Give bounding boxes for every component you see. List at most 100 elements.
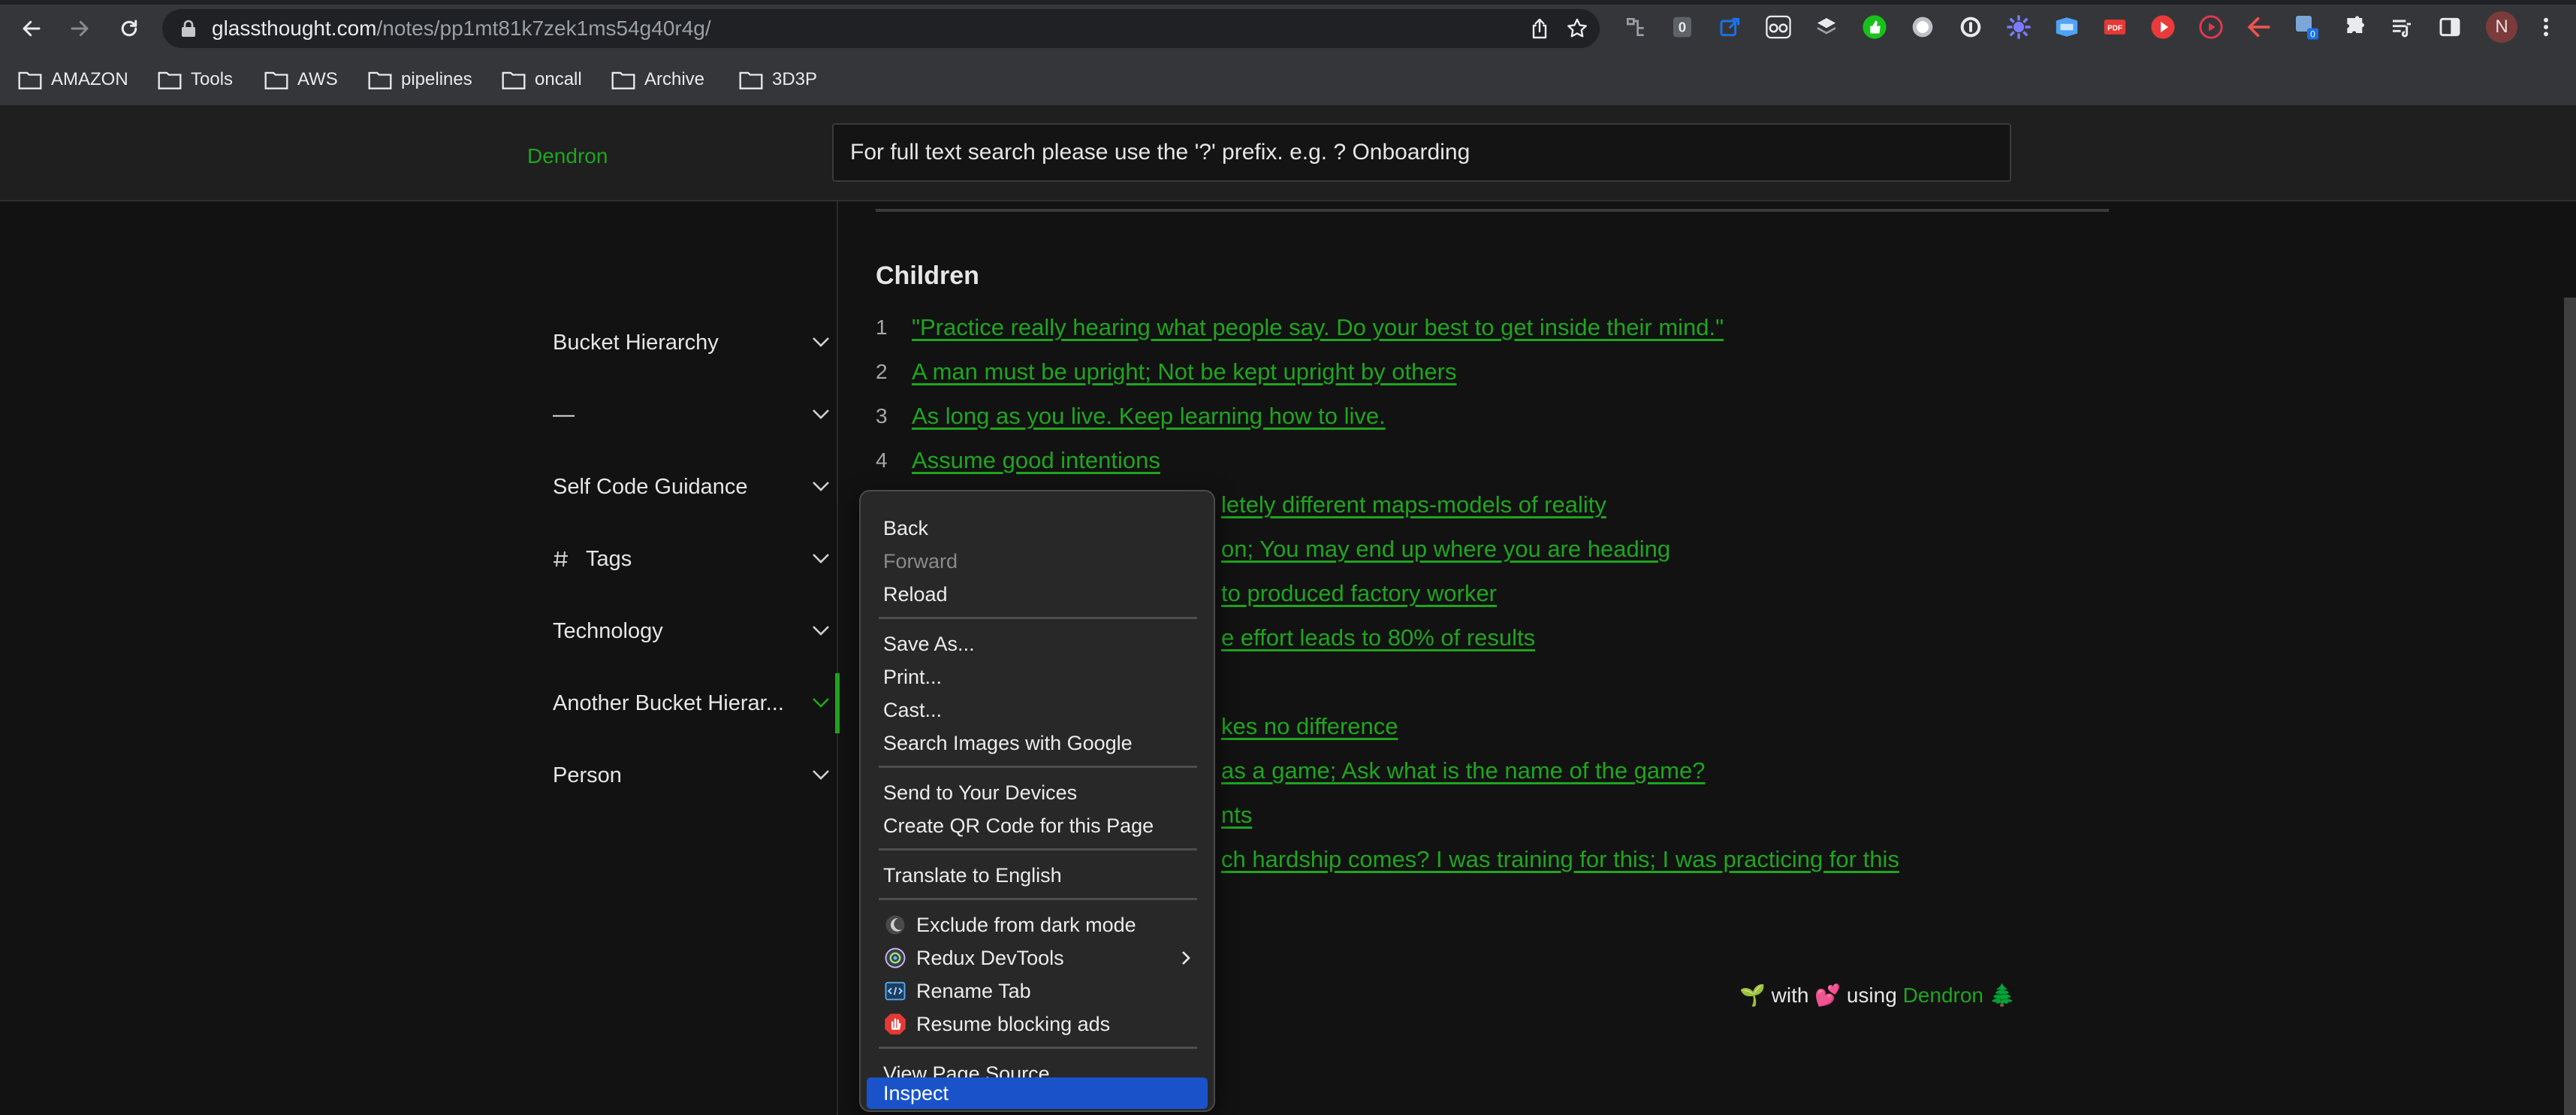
chevron-down-icon[interactable] bbox=[811, 768, 831, 781]
child-link[interactable]: as a game; Ask what is the name of the g… bbox=[1221, 757, 1705, 784]
sidebar-item-self-code-guidance[interactable]: Self Code Guidance bbox=[553, 464, 831, 509]
bookmark-folder[interactable]: 3D3P bbox=[739, 65, 817, 95]
back-button[interactable] bbox=[14, 11, 50, 47]
menu-item-label: Save As... bbox=[883, 632, 975, 655]
reload-icon bbox=[121, 20, 137, 37]
red-badge-icon[interactable]: PDF bbox=[2101, 14, 2128, 41]
child-link[interactable]: Assume good intentions bbox=[912, 447, 1160, 474]
menu-item-reload[interactable]: Reload bbox=[867, 579, 1208, 610]
url-text: glassthought.com/notes/pp1mt81k7zek1ms54… bbox=[212, 17, 711, 41]
gear-flower-icon[interactable] bbox=[2005, 14, 2032, 41]
list-item: to produced factory worker bbox=[1221, 576, 1497, 612]
sidebar-item-technology[interactable]: Technology bbox=[553, 609, 831, 654]
sidebar-item-dash[interactable]: — bbox=[553, 392, 831, 437]
dendron-logo[interactable]: Dendron bbox=[527, 144, 608, 168]
badge-puzzle-icon[interactable]: 0 bbox=[2294, 14, 2321, 41]
child-link[interactable]: "Practice really hearing what people say… bbox=[912, 314, 1724, 341]
menu-item-create-qr-code[interactable]: Create QR Code for this Page bbox=[867, 810, 1208, 842]
menu-item-translate[interactable]: Translate to English bbox=[867, 860, 1208, 891]
child-link[interactable]: to produced factory worker bbox=[1221, 580, 1497, 607]
sidebar-item-person[interactable]: Person bbox=[553, 753, 831, 798]
bookmark-label: pipelines bbox=[401, 69, 472, 89]
tree-icon[interactable] bbox=[1622, 14, 1649, 41]
list-number: 4 bbox=[876, 449, 888, 472]
onepassword-icon[interactable] bbox=[1957, 14, 1984, 41]
checker-icon[interactable] bbox=[1813, 14, 1840, 41]
bookmark-folder[interactable]: AWS bbox=[264, 65, 338, 95]
zero-icon[interactable]: 0 bbox=[1669, 14, 1696, 41]
list-item: kes no difference bbox=[1221, 709, 1398, 745]
chevron-down-icon[interactable] bbox=[811, 335, 831, 349]
browser-window-icon[interactable] bbox=[2053, 14, 2080, 41]
menu-separator bbox=[879, 848, 1197, 851]
bookmark-label: Tools bbox=[191, 69, 234, 89]
puzzle-icon[interactable] bbox=[2342, 14, 2369, 41]
child-link[interactable]: ch hardship comes? I was training for th… bbox=[1221, 846, 1899, 873]
list-item: 4 Assume good intentions bbox=[876, 443, 1160, 479]
search-input[interactable] bbox=[834, 125, 2010, 180]
play-icon[interactable] bbox=[2149, 14, 2176, 41]
hash-icon bbox=[554, 551, 568, 567]
menu-item-print[interactable]: Print... bbox=[867, 661, 1208, 693]
child-link[interactable]: nts bbox=[1221, 802, 1252, 829]
bookmark-star-icon[interactable] bbox=[1565, 17, 1589, 41]
list-item: 3 As long as you live. Keep learning how … bbox=[876, 398, 1386, 434]
folder-icon bbox=[611, 71, 635, 89]
address-bar[interactable]: glassthought.com/notes/pp1mt81k7zek1ms54… bbox=[162, 9, 1600, 48]
menu-item-resume-blocking-ads[interactable]: Resume blocking ads bbox=[867, 1008, 1208, 1040]
reload-button[interactable] bbox=[111, 11, 147, 47]
list-number: 1 bbox=[876, 316, 888, 339]
bookmark-label: oncall bbox=[535, 69, 582, 89]
child-link[interactable]: letely different maps-models of reality bbox=[1221, 491, 1606, 518]
menu-item-inspect[interactable]: Inspect bbox=[867, 1077, 1208, 1109]
bookmark-folder[interactable]: AMAZON bbox=[18, 65, 128, 95]
child-link[interactable]: A man must be upright; Not be kept uprig… bbox=[912, 358, 1456, 385]
search-box[interactable] bbox=[832, 123, 2011, 182]
share-icon[interactable] bbox=[1717, 14, 1744, 41]
bookmark-folder[interactable]: pipelines bbox=[368, 65, 472, 95]
footer-dendron-link[interactable]: Dendron bbox=[1903, 984, 1983, 1007]
bookmark-folder[interactable]: Archive bbox=[611, 65, 704, 95]
child-link[interactable]: on; You may end up where you are heading bbox=[1221, 536, 1670, 563]
thumbs-up-icon[interactable] bbox=[1861, 14, 1888, 41]
menu-item-send-to-devices[interactable]: Send to Your Devices bbox=[867, 777, 1208, 808]
child-link[interactable]: e effort leads to 80% of results bbox=[1221, 624, 1535, 651]
side-panel-icon[interactable] bbox=[2436, 14, 2463, 41]
sidebar-item-tags[interactable]: Tags bbox=[553, 536, 831, 582]
menu-item-exclude-dark-mode[interactable]: Exclude from dark mode bbox=[867, 909, 1208, 941]
glasses-icon[interactable] bbox=[1765, 14, 1792, 41]
more-menu-icon[interactable] bbox=[2532, 14, 2559, 41]
chevron-down-icon[interactable] bbox=[811, 551, 831, 565]
chevron-down-icon[interactable] bbox=[811, 407, 831, 421]
playlist-icon[interactable] bbox=[2388, 14, 2415, 41]
folder-icon bbox=[739, 71, 763, 89]
chevron-down-icon[interactable] bbox=[811, 696, 831, 709]
folder-icon bbox=[368, 71, 392, 89]
circle-icon[interactable] bbox=[1909, 14, 1936, 41]
bookmark-folder[interactable]: Tools bbox=[158, 65, 233, 95]
menu-item-redux-devtools[interactable]: Redux DevTools bbox=[867, 942, 1208, 974]
menu-item-save-as[interactable]: Save As... bbox=[867, 628, 1208, 660]
forward-button[interactable] bbox=[62, 11, 98, 47]
menu-item-label: Create QR Code for this Page bbox=[883, 814, 1154, 837]
sidebar-item-bucket-hierarchy[interactable]: Bucket Hierarchy bbox=[553, 320, 831, 365]
scrollbar[interactable] bbox=[2564, 298, 2576, 1115]
menu-item-label: Back bbox=[883, 516, 929, 539]
menu-item-search-images[interactable]: Search Images with Google bbox=[867, 727, 1208, 759]
child-link[interactable]: As long as you live. Keep learning how t… bbox=[912, 403, 1386, 430]
circle-play-icon[interactable] bbox=[2197, 14, 2225, 41]
children-heading: Children bbox=[876, 261, 979, 290]
chevron-down-icon[interactable] bbox=[811, 479, 831, 493]
moon-icon bbox=[883, 913, 907, 937]
back-arrow-ext-icon[interactable] bbox=[2246, 14, 2273, 41]
menu-item-rename-tab[interactable]: Rename Tab bbox=[867, 975, 1208, 1007]
app-header: Dendron bbox=[0, 105, 2576, 201]
menu-item-back[interactable]: Back bbox=[867, 512, 1208, 544]
avatar[interactable]: N bbox=[2486, 11, 2517, 43]
child-link[interactable]: kes no difference bbox=[1221, 713, 1398, 740]
sidebar-item-another-bucket-hierarchy[interactable]: Another Bucket Hierar... bbox=[553, 681, 831, 726]
bookmark-folder[interactable]: oncall bbox=[502, 65, 582, 95]
share-page-icon[interactable] bbox=[1528, 17, 1552, 41]
menu-item-cast[interactable]: Cast... bbox=[867, 694, 1208, 726]
chevron-down-icon[interactable] bbox=[811, 624, 831, 637]
